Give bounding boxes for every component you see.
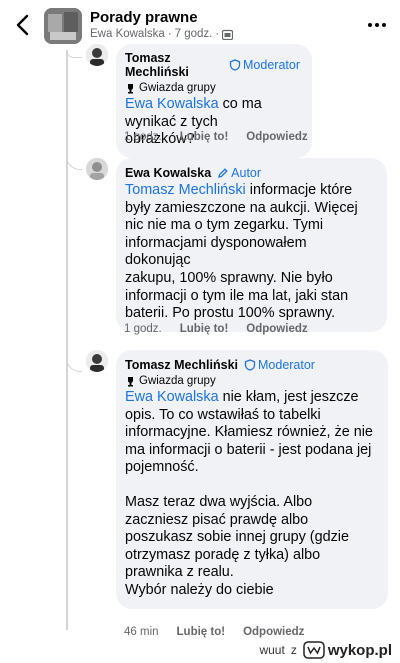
comment-text: Ewa Kowalska nie kłam, jest jeszcze opis…	[125, 389, 376, 600]
like-button[interactable]: Lubię to!	[180, 323, 229, 335]
moderator-badge: Moderator	[244, 358, 315, 372]
role-label: Moderator	[258, 358, 315, 372]
comment-time[interactable]: 1 godz.	[124, 323, 162, 335]
wykop-logo: wykop.pl	[303, 641, 392, 659]
chevron-left-icon	[16, 14, 29, 36]
post-author[interactable]: Ewa Kowalska	[90, 28, 165, 40]
comment-time[interactable]: 46 min	[124, 626, 159, 638]
badge-label: Gwiazda grupy	[139, 375, 216, 387]
comment-actions: 1 godz. Lubię to! Odpowiedz	[124, 131, 308, 143]
top-bar: Porady prawne Ewa Kowalska · 7 godz. ·	[0, 0, 400, 50]
group-avatar[interactable]	[44, 8, 82, 44]
meta-separator: ·	[167, 28, 172, 40]
trophy-icon	[128, 83, 133, 93]
reply-button[interactable]: Odpowiedz	[246, 131, 307, 143]
comment-author[interactable]: Tomasz Mechliński	[125, 51, 223, 79]
badge-label: Gwiazda grupy	[139, 82, 216, 94]
comment-bubble: Tomasz Mechliński Moderator Gwiazda grup…	[116, 350, 388, 609]
thread-connector	[66, 150, 82, 170]
mention-link[interactable]: Tomasz Mechliński	[125, 182, 246, 198]
watermark-suffix: z	[290, 643, 297, 657]
mention-link[interactable]: Ewa Kowalska	[125, 389, 219, 405]
moderator-badge: Moderator	[229, 58, 300, 72]
like-button[interactable]: Lubię to!	[180, 131, 229, 143]
more-icon	[368, 23, 386, 27]
back-button[interactable]	[8, 8, 36, 42]
group-star-badge: Gwiazda grupy	[125, 82, 300, 94]
thread-connector	[66, 50, 82, 58]
shield-icon	[244, 359, 256, 371]
comment-bubble: Ewa Kowalska Autor Tomasz Mechliński inf…	[116, 158, 387, 332]
comment-text: Tomasz Mechliński informacje które były …	[125, 182, 358, 322]
post-time[interactable]: 7 godz.	[175, 28, 213, 40]
watermark-user: wuut	[259, 643, 285, 657]
wykop-icon	[303, 641, 325, 659]
pencil-icon	[218, 168, 228, 178]
avatar[interactable]	[86, 158, 108, 180]
comment-actions: 1 godz. Lubię to! Odpowiedz	[124, 323, 308, 335]
group-star-badge: Gwiazda grupy	[125, 375, 376, 387]
mention-link[interactable]: Ewa Kowalska	[125, 96, 219, 112]
comment-header: Tomasz Mechliński Moderator	[125, 51, 300, 79]
trophy-icon	[128, 376, 133, 386]
comment-text-paragraph: Masz teraz dwa wyjścia. Albo zaczniesz p…	[125, 493, 349, 598]
comment-header: Tomasz Mechliński Moderator	[125, 358, 376, 372]
post-meta: Ewa Kowalska · 7 godz. ·	[90, 28, 234, 40]
group-name[interactable]: Porady prawne	[90, 9, 198, 26]
comment-author[interactable]: Ewa Kowalska	[125, 166, 211, 180]
watermark: wuut z wykop.pl	[259, 641, 392, 659]
watermark-site: wykop.pl	[327, 641, 392, 659]
shield-icon	[229, 59, 241, 71]
meta-separator-2: ·	[215, 28, 220, 40]
like-button[interactable]: Lubię to!	[177, 626, 226, 638]
author-badge: Autor	[217, 166, 261, 180]
avatar[interactable]	[86, 350, 108, 372]
more-options-button[interactable]	[366, 14, 388, 36]
role-label: Autor	[231, 166, 262, 180]
reply-button[interactable]: Odpowiedz	[243, 626, 304, 638]
thread-connector	[66, 350, 82, 372]
avatar[interactable]	[86, 44, 108, 66]
comment-author[interactable]: Tomasz Mechliński	[125, 358, 238, 372]
reply-button[interactable]: Odpowiedz	[246, 323, 307, 335]
group-privacy-icon	[222, 29, 234, 40]
comment-header: Ewa Kowalska Autor	[125, 166, 375, 180]
role-label: Moderator	[243, 58, 300, 72]
comment-actions: 46 min Lubię to! Odpowiedz	[124, 626, 304, 638]
thread-line	[66, 50, 68, 630]
comment-time[interactable]: 1 godz.	[124, 131, 162, 143]
